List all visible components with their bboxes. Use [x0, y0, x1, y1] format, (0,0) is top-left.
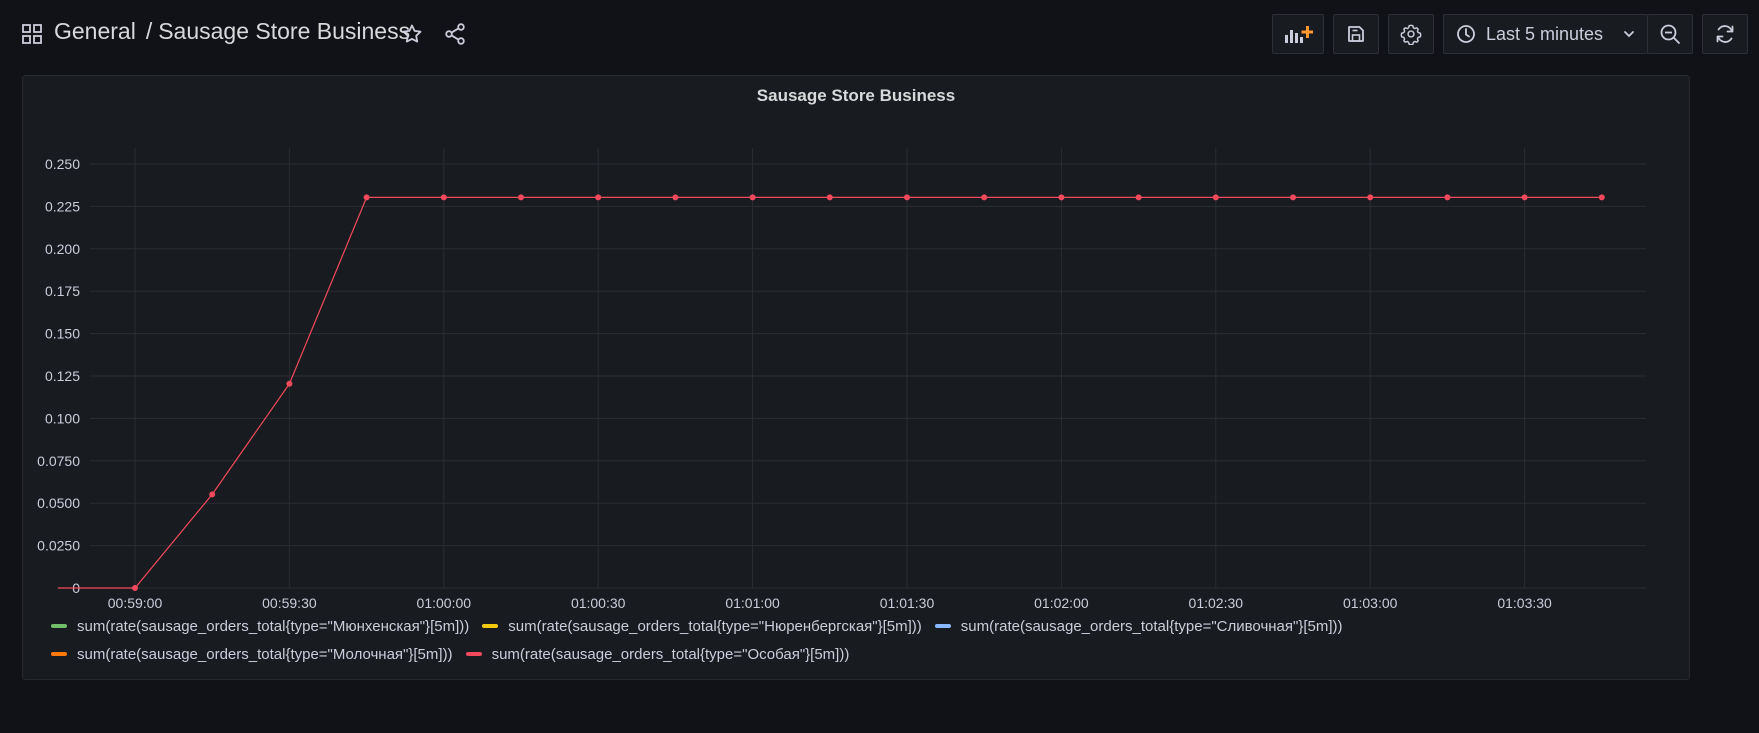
- x-tick-label: 01:02:00: [1034, 595, 1089, 611]
- legend-item[interactable]: sum(rate(sausage_orders_total{type="Моло…: [51, 646, 453, 663]
- dashboard-title[interactable]: Sausage Store Business: [158, 18, 410, 44]
- y-tick-label: 0.150: [45, 326, 80, 342]
- legend-swatch: [51, 624, 67, 628]
- zoom-out-icon: [1660, 24, 1680, 44]
- x-tick-label: 01:00:30: [571, 595, 626, 611]
- x-tick-label: 00:59:30: [262, 595, 317, 611]
- x-tick-label: 01:02:30: [1189, 595, 1244, 611]
- data-point: [595, 194, 602, 201]
- legend-label: sum(rate(sausage_orders_total{type="Моло…: [77, 645, 453, 663]
- legend-swatch: [465, 652, 482, 656]
- y-tick-label: 0.0500: [37, 495, 80, 511]
- x-tick-label: 00:59:00: [108, 595, 163, 611]
- y-tick-label: 0.175: [45, 283, 80, 299]
- chart-legend: sum(rate(sausage_orders_total{type="Мюнх…: [51, 612, 1671, 668]
- time-range-picker[interactable]: Last 5 minutes: [1443, 14, 1648, 54]
- data-point: [904, 194, 910, 201]
- data-point: [1290, 194, 1296, 201]
- legend-item[interactable]: sum(rate(sausage_orders_total{type="Нюре…: [482, 618, 922, 635]
- star-icon[interactable]: [400, 22, 424, 46]
- add-panel-button[interactable]: [1272, 14, 1324, 54]
- time-range-label: Last 5 minutes: [1486, 23, 1604, 44]
- save-icon: [1348, 26, 1364, 42]
- breadcrumb-separator: /: [145, 18, 153, 44]
- data-point: [1135, 194, 1142, 201]
- clock-icon: [1457, 25, 1475, 43]
- data-point: [981, 194, 988, 201]
- dashboard-settings-button[interactable]: [1388, 14, 1434, 54]
- y-tick-label: 0.200: [45, 241, 80, 257]
- data-point: [826, 194, 833, 201]
- legend-swatch: [934, 624, 951, 628]
- y-tick-label: 0.100: [45, 410, 80, 426]
- legend-row: sum(rate(sausage_orders_total{type="Мюнх…: [51, 612, 1671, 640]
- y-tick-label: 0.225: [45, 198, 80, 214]
- data-point: [209, 491, 216, 498]
- legend-label: sum(rate(sausage_orders_total{type="Мюнх…: [77, 617, 470, 635]
- data-point: [1058, 194, 1065, 201]
- legend-row: sum(rate(sausage_orders_total{type="Моло…: [51, 640, 1671, 668]
- data-point: [749, 194, 756, 201]
- refresh-button[interactable]: [1702, 14, 1748, 54]
- x-tick-label: 01:01:00: [725, 595, 780, 611]
- graph-panel: Sausage Store Business 0 0.0250 0.0500 0.07…: [22, 75, 1690, 680]
- x-tick-label: 01:03:30: [1497, 595, 1552, 611]
- data-point: [363, 194, 370, 201]
- refresh-icon: [1716, 25, 1734, 43]
- y-tick-label: 0.125: [45, 368, 80, 384]
- legend-item[interactable]: sum(rate(sausage_orders_total{type="Особ…: [465, 645, 850, 663]
- y-tick-label: 0.0250: [37, 538, 80, 554]
- x-tick-label: 01:01:30: [880, 595, 935, 611]
- data-point: [1444, 194, 1451, 201]
- x-tick-label: 01:00:00: [417, 595, 472, 611]
- data-point: [440, 194, 447, 201]
- add-panel-icon: [1285, 26, 1313, 43]
- legend-item[interactable]: sum(rate(sausage_orders_total{type="Слив…: [934, 617, 1343, 635]
- legend-item[interactable]: sum(rate(sausage_orders_total{type="Мюнх…: [51, 618, 469, 635]
- legend-swatch: [482, 624, 499, 628]
- breadcrumb-folder[interactable]: General: [54, 18, 136, 44]
- data-point: [1598, 194, 1605, 201]
- y-tick-label: 0.250: [45, 156, 80, 172]
- breadcrumb: General / Sausage Store Business: [54, 18, 410, 45]
- data-point: [518, 194, 524, 201]
- zoom-out-button[interactable]: [1647, 14, 1693, 54]
- dashboard-navbar: General / Sausage Store Business Last 5 …: [0, 0, 1759, 68]
- save-dashboard-button[interactable]: [1333, 14, 1379, 54]
- legend-swatch: [51, 652, 67, 656]
- apps-grid-icon[interactable]: [22, 24, 42, 44]
- y-tick-label: 0.0750: [37, 453, 80, 469]
- legend-label: sum(rate(sausage_orders_total{type="Слив…: [960, 617, 1343, 635]
- chevron-down-icon: [1624, 31, 1634, 38]
- share-icon[interactable]: [443, 22, 467, 46]
- data-point: [132, 585, 138, 591]
- data-point: [1212, 194, 1219, 201]
- gear-icon: [1400, 24, 1422, 45]
- line-chart[interactable]: 00.02500.05000.07500.1000.1250.1500.1750…: [23, 76, 1691, 681]
- data-point: [286, 380, 293, 387]
- legend-label: sum(rate(sausage_orders_total{type="Особ…: [491, 645, 850, 663]
- legend-label: sum(rate(sausage_orders_total{type="Нюре…: [508, 617, 922, 635]
- data-point: [1367, 194, 1374, 201]
- x-tick-label: 01:03:00: [1343, 595, 1398, 611]
- data-point: [672, 194, 679, 201]
- data-point: [1521, 194, 1528, 201]
